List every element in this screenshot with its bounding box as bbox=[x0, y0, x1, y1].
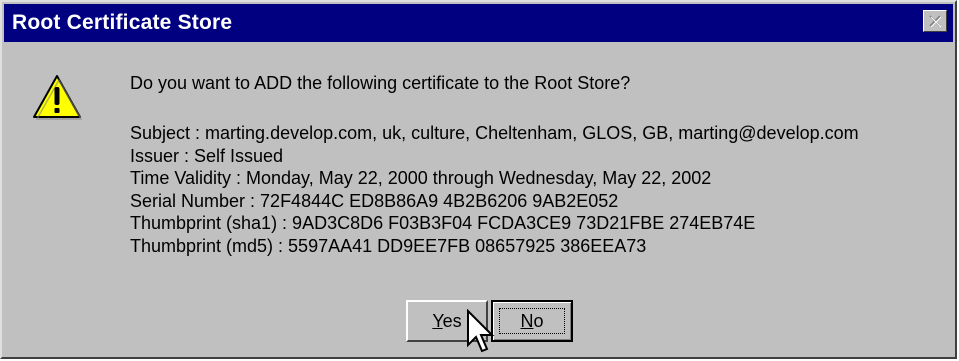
detail-serial-number: Serial Number : 72F4844C ED8B86A9 4B2B62… bbox=[130, 190, 619, 211]
yes-button-label: Yes bbox=[432, 311, 461, 331]
detail-issuer: Issuer : Self Issued bbox=[130, 145, 284, 166]
title-bar[interactable]: Root Certificate Store bbox=[4, 4, 953, 42]
detail-thumbprint-md5: Thumbprint (md5) : 5597AA41 DD9EE7FB 086… bbox=[130, 235, 647, 256]
certificate-details: Subject : marting.develop.com, uk, cultu… bbox=[130, 122, 859, 257]
warning-icon bbox=[33, 75, 82, 120]
question-text: Do you want to ADD the following certifi… bbox=[130, 73, 631, 93]
no-button[interactable]: No bbox=[491, 300, 573, 342]
mouse-pointer-icon bbox=[467, 309, 495, 353]
yes-label-rest: es bbox=[442, 311, 462, 331]
detail-subject: Subject : marting.develop.com, uk, cultu… bbox=[130, 123, 859, 143]
close-icon bbox=[929, 15, 942, 28]
yes-accelerator: Y bbox=[432, 311, 443, 331]
root-certificate-dialog: Root Certificate Store Do you want to AD… bbox=[0, 0, 957, 359]
close-button[interactable] bbox=[923, 10, 947, 32]
window-title: Root Certificate Store bbox=[12, 11, 233, 34]
detail-thumbprint-sha1: Thumbprint (sha1) : 9AD3C8D6 F03B3F04 FC… bbox=[130, 213, 756, 233]
focus-rectangle bbox=[499, 308, 565, 334]
detail-time-validity: Time Validity : Monday, May 22, 2000 thr… bbox=[130, 168, 712, 188]
